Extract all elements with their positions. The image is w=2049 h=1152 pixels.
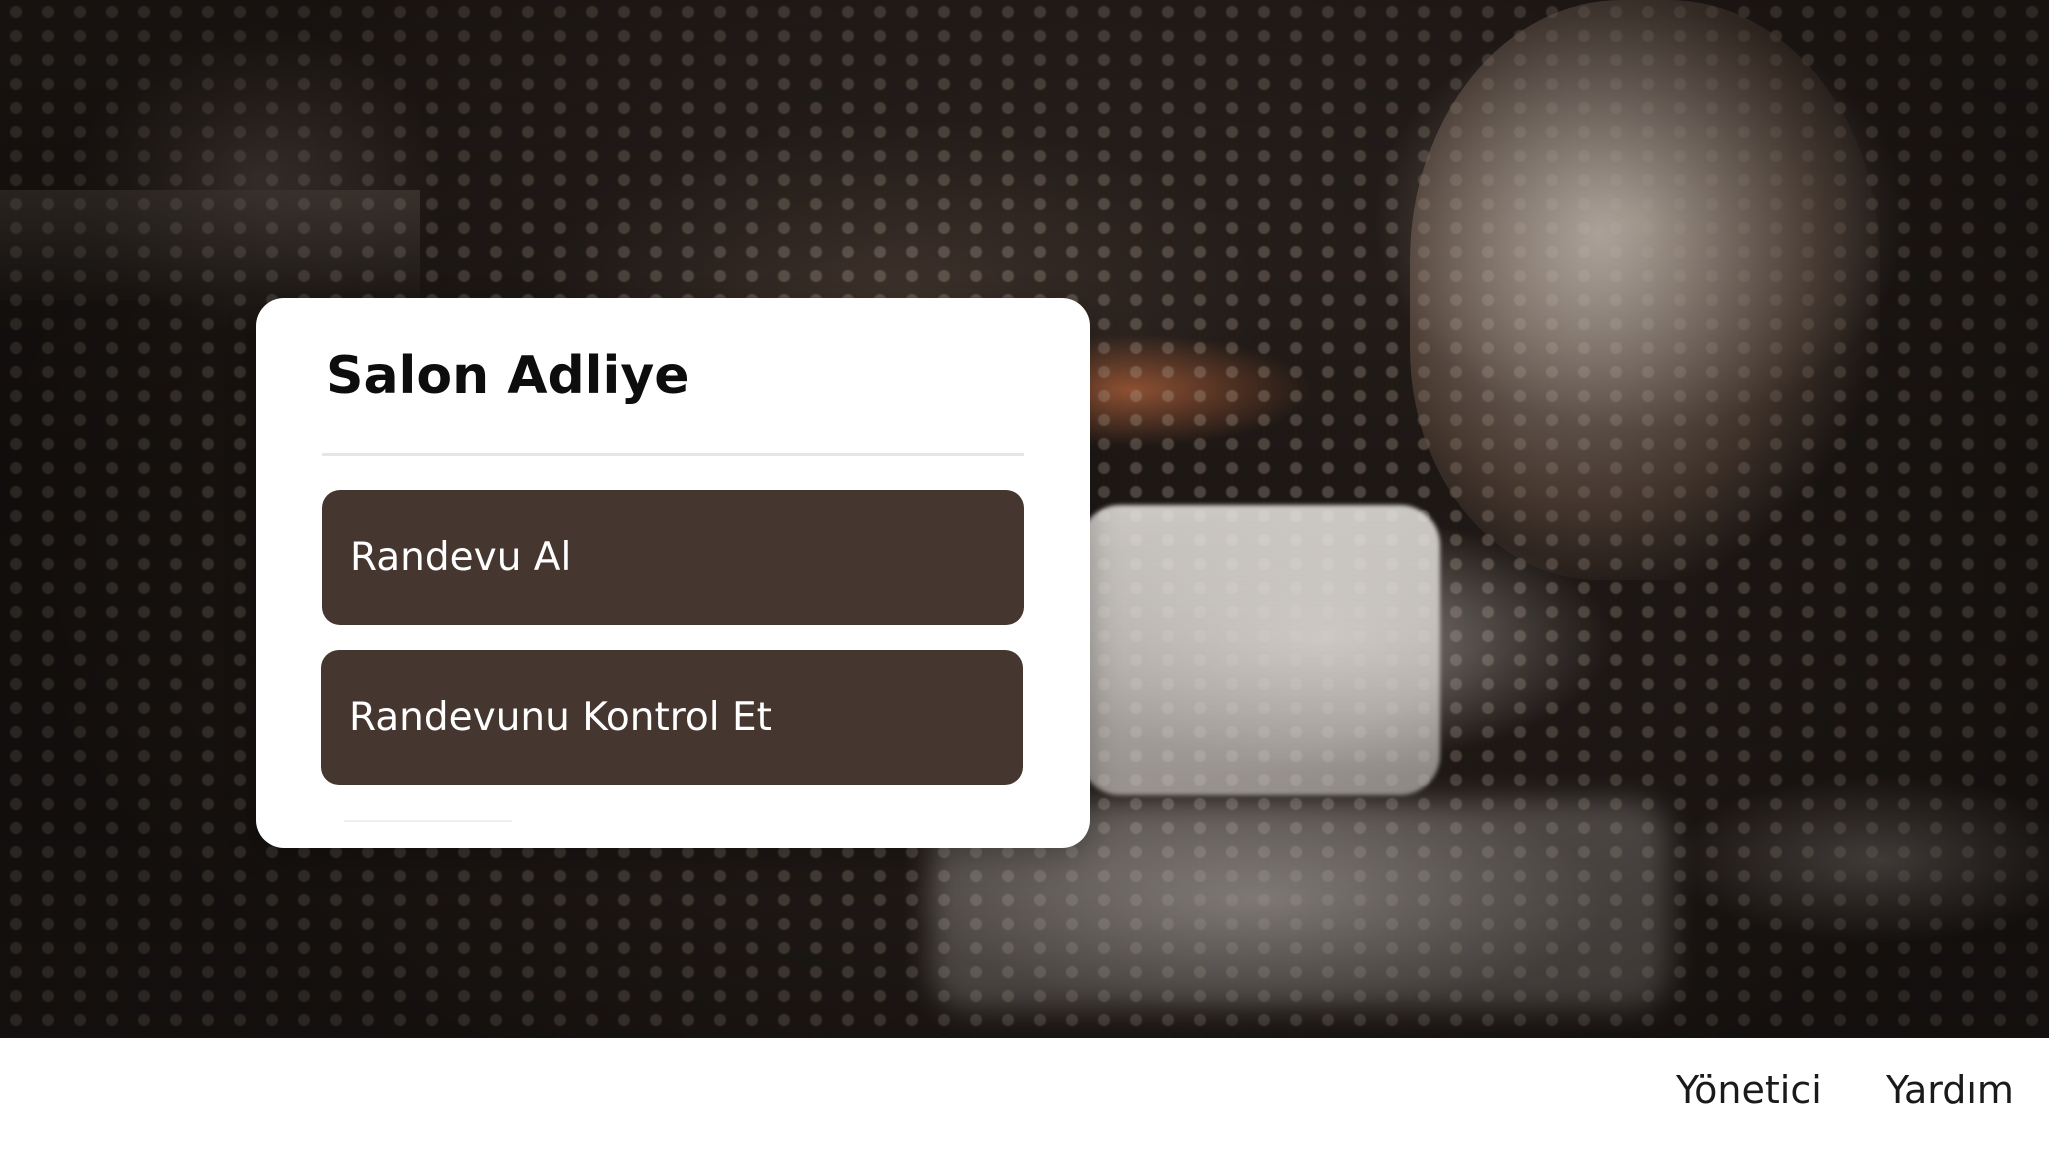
title-divider (322, 453, 1024, 456)
card-footer-divider (344, 820, 512, 822)
menu-card: Salon Adliye Randevu Al Randevunu Kontro… (256, 298, 1090, 848)
help-link[interactable]: Yardım (1886, 1068, 2014, 1112)
book-appointment-button[interactable]: Randevu Al (322, 490, 1024, 625)
check-appointment-button[interactable]: Randevunu Kontrol Et (321, 650, 1023, 785)
salon-title: Salon Adliye (326, 346, 690, 406)
admin-link[interactable]: Yönetici (1676, 1068, 1822, 1112)
check-appointment-label: Randevunu Kontrol Et (349, 695, 772, 740)
book-appointment-label: Randevu Al (350, 535, 572, 580)
page: Salon Adliye Randevu Al Randevunu Kontro… (0, 0, 2049, 1152)
bottom-nav-bar: Yönetici Yardım (0, 1038, 2049, 1152)
